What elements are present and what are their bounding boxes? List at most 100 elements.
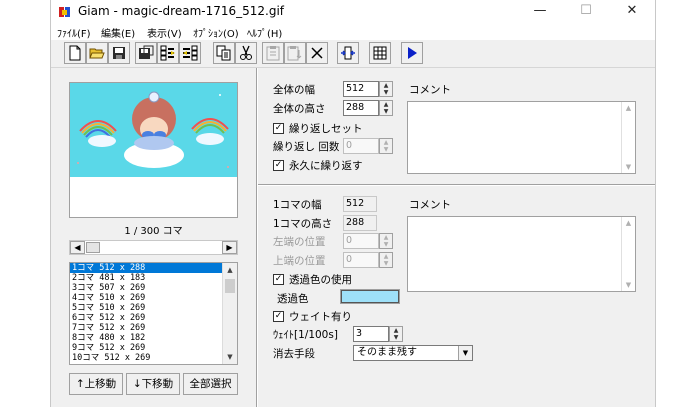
delete-icon xyxy=(311,47,323,59)
list-item[interactable]: 5コマ 510 x 269 xyxy=(70,303,222,313)
add-frames-icon xyxy=(183,45,198,61)
wait-enabled-label: ウェイト有り xyxy=(289,311,352,323)
spin-up-icon[interactable]: ▲ xyxy=(380,139,392,146)
frame-left-spinner[interactable]: 0 ▲ ▼ xyxy=(343,233,393,249)
transparent-color-swatch[interactable] xyxy=(340,289,400,304)
loop-count-label: 繰り返し 回数 xyxy=(273,141,340,153)
new-file-button[interactable] xyxy=(64,42,86,64)
minimize-button[interactable]: — xyxy=(517,0,563,24)
global-comment-textarea[interactable]: ▲ ▼ xyxy=(407,101,636,174)
frame-comment-textarea[interactable]: ▲ ▼ xyxy=(407,216,636,292)
menu-file[interactable]: ﾌｧｲﾙ(F) xyxy=(57,25,91,40)
memo-scrollbar: ▲ ▼ xyxy=(621,102,635,173)
spin-up-icon[interactable]: ▲ xyxy=(390,327,402,334)
menu-options[interactable]: ｵﾌﾟｼｮﾝ(O) xyxy=(193,25,239,40)
grid-button[interactable] xyxy=(369,42,391,64)
spin-down-icon[interactable]: ▼ xyxy=(380,146,392,153)
list-item[interactable]: 10コマ 512 x 269 xyxy=(70,353,222,363)
fit-width-button[interactable] xyxy=(337,42,359,64)
wait-spin-arrows[interactable]: ▲ ▼ xyxy=(389,326,403,342)
play-button[interactable] xyxy=(401,42,423,64)
wait-enabled-checkbox[interactable]: ✓ xyxy=(273,311,284,322)
maximize-button[interactable]: ☐ xyxy=(563,0,609,24)
spin-down-icon[interactable]: ▼ xyxy=(380,108,392,115)
add-frames-button[interactable] xyxy=(179,42,201,64)
delete-button[interactable] xyxy=(306,42,328,64)
copy-button[interactable] xyxy=(213,42,235,64)
list-item[interactable]: 9コマ 512 x 269 xyxy=(70,343,222,353)
frame-top-spin-arrows[interactable]: ▲ ▼ xyxy=(379,252,393,268)
move-up-button[interactable]: ↑上移動 xyxy=(69,373,123,395)
cut-icon xyxy=(240,45,252,60)
spin-up-icon[interactable]: ▲ xyxy=(380,234,392,241)
spin-down-icon[interactable]: ▼ xyxy=(380,260,392,267)
scroll-up-arrow-icon: ▲ xyxy=(625,219,632,227)
frame-left-input[interactable]: 0 xyxy=(343,233,379,249)
list-item[interactable]: 1コマ 512 x 288 xyxy=(70,263,222,273)
cut-button[interactable] xyxy=(235,42,257,64)
loop-forever-label: 永久に繰り返す xyxy=(289,160,363,172)
close-button[interactable]: ✕ xyxy=(609,0,655,24)
list-scrollbar[interactable]: ▲ ▼ xyxy=(222,263,237,364)
global-height-label: 全体の高さ xyxy=(273,103,326,115)
spin-up-icon[interactable]: ▲ xyxy=(380,101,392,108)
list-item[interactable]: 7コマ 512 x 269 xyxy=(70,323,222,333)
save-as-button[interactable] xyxy=(135,42,157,64)
menu-view[interactable]: 表示(V) xyxy=(147,25,182,40)
list-item[interactable]: 3コマ 507 x 269 xyxy=(70,283,222,293)
list-item[interactable]: 6コマ 512 x 269 xyxy=(70,313,222,323)
spin-up-icon[interactable]: ▲ xyxy=(380,82,392,89)
global-width-input[interactable]: 512 xyxy=(343,81,379,97)
list-item[interactable]: 2コマ 481 x 183 xyxy=(70,273,222,283)
spin-down-icon[interactable]: ▼ xyxy=(380,89,392,96)
frame-width-label: 1コマの幅 xyxy=(273,199,322,211)
scroll-right-arrow-icon[interactable]: ▶ xyxy=(222,241,237,254)
pane-divider xyxy=(256,68,258,407)
spin-down-icon[interactable]: ▼ xyxy=(390,334,402,341)
wait-input[interactable]: 3 xyxy=(353,326,389,342)
save-button[interactable] xyxy=(108,42,130,64)
loop-count-spin-arrows[interactable]: ▲ ▼ xyxy=(379,138,393,154)
select-all-button[interactable]: 全部選択 xyxy=(183,373,238,395)
save-icon xyxy=(113,47,125,59)
list-scroll-thumb[interactable] xyxy=(225,279,235,293)
global-height-spin-arrows[interactable]: ▲ ▼ xyxy=(379,100,393,116)
insert-frames-button[interactable] xyxy=(157,42,179,64)
frame-top-input[interactable]: 0 xyxy=(343,252,379,268)
list-item[interactable]: 8コマ 480 x 182 xyxy=(70,333,222,343)
scroll-left-arrow-icon[interactable]: ◀ xyxy=(70,241,85,254)
list-item[interactable]: 4コマ 510 x 269 xyxy=(70,293,222,303)
wait-spinner[interactable]: 3 ▲ ▼ xyxy=(353,326,403,342)
spin-down-icon[interactable]: ▼ xyxy=(380,241,392,248)
global-width-spin-arrows[interactable]: ▲ ▼ xyxy=(379,81,393,97)
global-height-spinner[interactable]: 288 ▲ ▼ xyxy=(343,100,393,116)
transparent-color-checkbox[interactable]: ✓ xyxy=(273,274,284,285)
spin-up-icon[interactable]: ▲ xyxy=(380,253,392,260)
frame-top-spinner[interactable]: 0 ▲ ▼ xyxy=(343,252,393,268)
scroll-thumb[interactable] xyxy=(86,242,100,253)
loop-set-checkbox[interactable]: ✓ xyxy=(273,123,284,134)
frame-left-spin-arrows[interactable]: ▲ ▼ xyxy=(379,233,393,249)
animation-frame-image xyxy=(70,83,237,177)
loop-count-input[interactable]: 0 xyxy=(343,138,379,154)
scroll-up-arrow-icon[interactable]: ▲ xyxy=(223,264,237,276)
scroll-down-arrow-icon[interactable]: ▼ xyxy=(223,351,237,363)
frame-list[interactable]: 1コマ 512 x 288 2コマ 481 x 183 3コマ 507 x 26… xyxy=(69,262,238,365)
frame-comment-label: コメント xyxy=(409,199,451,211)
dispose-method-select[interactable]: そのまま残す ▼ xyxy=(353,345,473,361)
dispose-label: 消去手段 xyxy=(273,348,315,360)
menu-help[interactable]: ﾍﾙﾌﾟ(H) xyxy=(247,25,282,40)
menu-edit[interactable]: 編集(E) xyxy=(101,25,135,40)
global-width-spinner[interactable]: 512 ▲ ▼ xyxy=(343,81,393,97)
move-down-button[interactable]: ↓下移動 xyxy=(126,373,180,395)
section-divider xyxy=(258,184,655,186)
save-as-icon xyxy=(139,45,154,59)
global-height-input[interactable]: 288 xyxy=(343,100,379,116)
open-button[interactable] xyxy=(86,42,108,64)
loop-count-spinner[interactable]: 0 ▲ ▼ xyxy=(343,138,393,154)
frame-scrollbar[interactable]: ◀ ▶ xyxy=(69,240,238,255)
window-title: Giam - magic-dream-1716_512.gif xyxy=(78,4,285,18)
chevron-down-icon[interactable]: ▼ xyxy=(458,346,472,360)
loop-forever-checkbox[interactable]: ✓ xyxy=(273,160,284,171)
menu-bar: ﾌｧｲﾙ(F) 編集(E) 表示(V) ｵﾌﾟｼｮﾝ(O) ﾍﾙﾌﾟ(H) xyxy=(51,24,655,40)
